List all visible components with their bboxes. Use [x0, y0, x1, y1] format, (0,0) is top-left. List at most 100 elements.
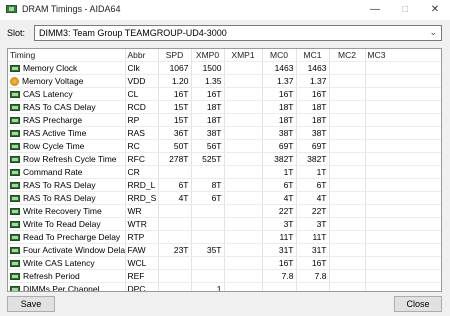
mc0-cell: 31T — [262, 243, 297, 258]
spd-cell — [158, 217, 192, 232]
spd-cell: 36T — [158, 126, 192, 141]
spd-cell: 1067 — [158, 61, 192, 76]
minimize-icon[interactable]: — — [360, 0, 390, 20]
mc1-cell: 1463 — [296, 61, 330, 76]
mc2-cell — [329, 256, 366, 271]
ram-icon — [10, 103, 20, 111]
mc2-cell — [329, 152, 366, 167]
mc3-cell — [365, 126, 441, 141]
abbr-cell: RC — [125, 139, 159, 154]
timing-label: RAS To RAS Delay — [23, 180, 96, 191]
mc1-cell: 16T — [296, 87, 330, 102]
table-row[interactable]: Write To Read Delay WTR 3T 3T — [8, 217, 441, 232]
gauge-icon — [10, 76, 19, 86]
column-header-mc2[interactable]: MC2 — [329, 49, 366, 63]
mc3-cell — [365, 74, 441, 89]
timings-table[interactable]: Timing Abbr SPD XMP0 XMP1 MC0 MC1 MC2 MC… — [7, 48, 442, 292]
table-row[interactable]: DIMMs Per Channel DPC 1 — [8, 282, 441, 292]
xmp0-cell: 1500 — [191, 61, 225, 76]
table-row[interactable]: Four Activate Window Delay FAW 23T 35T 31T 31… — [8, 243, 441, 258]
close-button[interactable]: Close — [394, 296, 442, 312]
table-row[interactable]: RAS To RAS Delay RRD_L 6T 8T 6T 6T — [8, 178, 441, 193]
table-row[interactable]: Command Rate CR 1T 1T — [8, 165, 441, 180]
ram-icon — [10, 259, 20, 267]
mc2-cell — [329, 87, 366, 102]
column-header-abbr[interactable]: Abbr — [125, 49, 159, 63]
spd-cell — [158, 230, 192, 245]
table-row[interactable]: RAS Precharge RP 15T 18T 18T 18T — [8, 113, 441, 128]
mc3-cell — [365, 61, 441, 76]
column-header-xmp0[interactable]: XMP0 — [191, 49, 225, 63]
mc2-cell — [329, 139, 366, 154]
mc0-cell — [262, 282, 297, 291]
mc0-cell: 7.8 — [262, 269, 297, 284]
column-header-mc1[interactable]: MC1 — [296, 49, 330, 63]
column-header-timing[interactable]: Timing — [8, 49, 126, 63]
spd-cell — [158, 256, 192, 271]
timing-label: Four Activate Window Delay — [23, 245, 125, 256]
timing-name-cell: Row Refresh Cycle Time — [8, 152, 126, 167]
xmp0-cell: 18T — [191, 100, 225, 115]
ram-icon — [10, 220, 20, 228]
table-row[interactable]: Write Recovery Time WR 22T 22T — [8, 204, 441, 219]
timing-name-cell: RAS Precharge — [8, 113, 126, 128]
mc2-cell — [329, 165, 366, 180]
abbr-cell: RCD — [125, 100, 159, 115]
mc3-cell — [365, 87, 441, 102]
dram-timings-window: DRAM Timings - AIDA64 — □ ✕ Slot: DIMM3:… — [0, 0, 450, 316]
xmp1-cell — [224, 269, 263, 284]
timing-label: RAS Active Time — [23, 128, 87, 139]
xmp0-cell: 38T — [191, 126, 225, 141]
table-row[interactable]: RAS To RAS Delay RRD_S 4T 6T 4T 4T — [8, 191, 441, 206]
table-row[interactable]: Memory Voltage VDD 1.20 1.35 1.37 1.37 — [8, 74, 441, 89]
abbr-cell: RFC — [125, 152, 159, 167]
mc0-cell: 38T — [262, 126, 297, 141]
table-row[interactable]: CAS Latency CL 16T 16T 16T 16T — [8, 87, 441, 102]
xmp0-cell — [191, 256, 225, 271]
table-row[interactable]: Write CAS Latency WCL 16T 16T — [8, 256, 441, 271]
mc1-cell: 22T — [296, 204, 330, 219]
timing-label: DIMMs Per Channel — [23, 284, 100, 292]
mc3-cell — [365, 269, 441, 284]
table-row[interactable]: RAS Active Time RAS 36T 38T 38T 38T — [8, 126, 441, 141]
column-header-xmp1[interactable]: XMP1 — [224, 49, 263, 63]
spd-cell: 6T — [158, 178, 192, 193]
timing-label: RAS To CAS Delay — [23, 102, 96, 113]
abbr-cell: CL — [125, 87, 159, 102]
spd-cell: 16T — [158, 87, 192, 102]
table-row[interactable]: Row Cycle Time RC 50T 56T 69T 69T — [8, 139, 441, 154]
spd-cell: 15T — [158, 100, 192, 115]
timing-label: Write CAS Latency — [23, 258, 95, 269]
abbr-cell: RAS — [125, 126, 159, 141]
column-header-mc0[interactable]: MC0 — [262, 49, 297, 63]
xmp1-cell — [224, 139, 263, 154]
save-button[interactable]: Save — [7, 296, 55, 312]
abbr-cell: WCL — [125, 256, 159, 271]
mc3-cell — [365, 243, 441, 258]
abbr-cell: RRD_L — [125, 178, 159, 193]
table-row[interactable]: Read To Precharge Delay RTP 11T 11T — [8, 230, 441, 245]
table-row[interactable]: Refresh Period REF 7.8 7.8 — [8, 269, 441, 284]
table-row[interactable]: RAS To CAS Delay RCD 15T 18T 18T 18T — [8, 100, 441, 115]
close-icon[interactable]: ✕ — [420, 0, 450, 20]
abbr-cell: RP — [125, 113, 159, 128]
spd-cell: 50T — [158, 139, 192, 154]
table-row[interactable]: Row Refresh Cycle Time RFC 278T 525T 382T 382… — [8, 152, 441, 167]
column-header-mc3[interactable]: MC3 — [365, 49, 441, 63]
maximize-icon[interactable]: □ — [390, 0, 420, 20]
column-header-spd[interactable]: SPD — [158, 49, 192, 63]
xmp1-cell — [224, 165, 263, 180]
slot-dropdown[interactable]: DIMM3: Team Group TEAMGROUP-UD4-3000 ⌄ — [34, 25, 442, 41]
xmp1-cell — [224, 256, 263, 271]
table-row[interactable]: Memory Clock Clk 1067 1500 1463 1463 — [8, 61, 441, 76]
xmp0-cell: 8T — [191, 178, 225, 193]
mc2-cell — [329, 282, 366, 291]
timing-name-cell: RAS To RAS Delay — [8, 178, 126, 193]
mc2-cell — [329, 230, 366, 245]
mc3-cell — [365, 113, 441, 128]
xmp0-cell — [191, 204, 225, 219]
timing-name-cell: Write Recovery Time — [8, 204, 126, 219]
timing-name-cell: Memory Clock — [8, 61, 126, 76]
mc1-cell: 7.8 — [296, 269, 330, 284]
mc0-cell: 4T — [262, 191, 297, 206]
